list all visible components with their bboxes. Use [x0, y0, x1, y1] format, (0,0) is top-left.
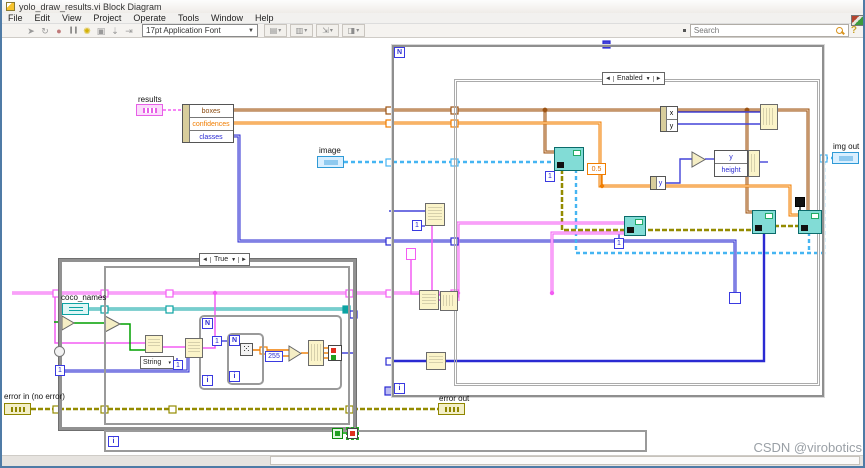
bundle-y-node[interactable]: y	[650, 176, 666, 190]
results-terminal[interactable]	[136, 104, 163, 116]
bundle-strip	[651, 177, 657, 189]
empty-string-constant-icon[interactable]	[54, 346, 65, 357]
selector-dropdown-icon[interactable]: ▼	[231, 257, 238, 263]
image-label: image	[319, 146, 341, 155]
selector-next-icon[interactable]: ►	[238, 256, 249, 263]
bundle-xy-node[interactable]: x y	[660, 106, 678, 132]
number-to-string-node[interactable]	[419, 290, 439, 310]
string-constant-pink[interactable]	[406, 248, 416, 260]
outer-color-loop-iteration[interactable]: i	[202, 375, 213, 386]
case-selector-label: True	[213, 256, 229, 263]
unbundle-y-height-node[interactable]: y height	[714, 150, 748, 177]
selector-dropdown-icon[interactable]: ▼	[646, 76, 653, 82]
unbundle-field-classes[interactable]: classes	[189, 131, 233, 143]
inner-color-loop-count[interactable]: N	[229, 335, 240, 346]
img-out-label: img out	[833, 142, 860, 151]
constant-1-e[interactable]: 1	[55, 365, 65, 376]
coco-names-terminal[interactable]	[62, 303, 89, 315]
img-out-terminal[interactable]	[832, 152, 859, 164]
error-in-label: error in (no error)	[4, 392, 65, 401]
cluster-field-y: y	[658, 179, 663, 187]
for-loop-count-terminal[interactable]: N	[394, 47, 405, 58]
coco-names-label: coco_names	[61, 293, 107, 302]
labview-block-diagram-window: yolo_draw_results.vi Block Diagram File …	[0, 0, 865, 468]
constant-1-a[interactable]: 1	[545, 171, 555, 182]
color-box-node[interactable]	[328, 345, 342, 361]
bundle-strip	[661, 107, 667, 131]
image-terminal[interactable]	[317, 156, 344, 168]
for-loop-iteration-terminal[interactable]: i	[394, 383, 405, 394]
horizontal-scrollbar-thumb[interactable]	[270, 456, 860, 465]
error-out-label: error out	[439, 394, 470, 403]
selector-prev-icon[interactable]: ◄	[200, 256, 211, 263]
selected-color-constant[interactable]	[346, 427, 359, 440]
imaq-get-image-size-node[interactable]	[554, 147, 584, 171]
constant-0-5[interactable]: 0.5	[587, 163, 606, 175]
constant-1-b[interactable]: 1	[614, 238, 624, 249]
error-in-terminal[interactable]	[4, 403, 31, 415]
unbundle-by-name-node[interactable]: boxes confidences classes	[182, 104, 234, 143]
disable-selector-label: Enabled	[616, 75, 643, 82]
bundle-strip-node[interactable]	[748, 150, 760, 177]
cluster-field-y: y	[669, 122, 674, 130]
chevron-down-icon: ▾	[168, 359, 171, 366]
selector-next-icon[interactable]: ►	[652, 75, 664, 82]
constant-1-f[interactable]: 1	[212, 336, 222, 346]
bottom-loop-iteration-terminal[interactable]: i	[108, 436, 119, 447]
watermark: CSDN @virobotics	[753, 440, 862, 455]
imaq-merge-overlay-node[interactable]	[798, 210, 822, 234]
string-selector-label: String	[143, 359, 162, 366]
unbundle-strip	[183, 105, 190, 142]
build-array-node[interactable]	[308, 340, 324, 366]
cluster-field-y2: y	[715, 151, 747, 164]
unbundle-field-confidences[interactable]: confidences	[189, 118, 233, 131]
constant-1-d[interactable]: 1	[173, 360, 183, 370]
inner-color-loop-iteration[interactable]: i	[229, 371, 240, 382]
black-color-constant[interactable]	[795, 197, 805, 207]
outer-color-loop-count[interactable]: N	[202, 318, 213, 329]
unbundle-field-boxes[interactable]: boxes	[189, 105, 233, 118]
true-constant[interactable]	[332, 428, 343, 439]
constant-1-c[interactable]: 1	[412, 220, 422, 231]
error-out-terminal[interactable]	[438, 403, 465, 415]
string-type-selector[interactable]: String ▾	[140, 356, 174, 369]
disable-structure-selector[interactable]: ◄ Enabled ▼ ►	[602, 72, 665, 85]
format-into-string-node[interactable]	[185, 338, 203, 358]
imaq-overlay-text-node[interactable]	[624, 216, 646, 236]
constant-255[interactable]: 255	[265, 351, 283, 362]
array-size-node[interactable]	[425, 203, 445, 226]
results-label: results	[138, 95, 162, 104]
random-number-dice-icon[interactable]: ⁙	[240, 343, 253, 356]
cluster-field-x: x	[666, 107, 677, 120]
concatenate-strings-node[interactable]	[440, 291, 458, 311]
index-array-node-top[interactable]	[760, 104, 778, 130]
cluster-field-height: height	[721, 166, 741, 174]
case-structure-selector[interactable]: ◄ True ▼ ►	[199, 253, 250, 266]
index-array-node-bottom[interactable]	[426, 352, 446, 370]
selector-prev-icon[interactable]: ◄	[603, 75, 614, 82]
imaq-overlay-rectangle-node[interactable]	[752, 210, 776, 234]
array-constant[interactable]	[729, 292, 741, 304]
scan-string-node[interactable]	[145, 335, 163, 353]
